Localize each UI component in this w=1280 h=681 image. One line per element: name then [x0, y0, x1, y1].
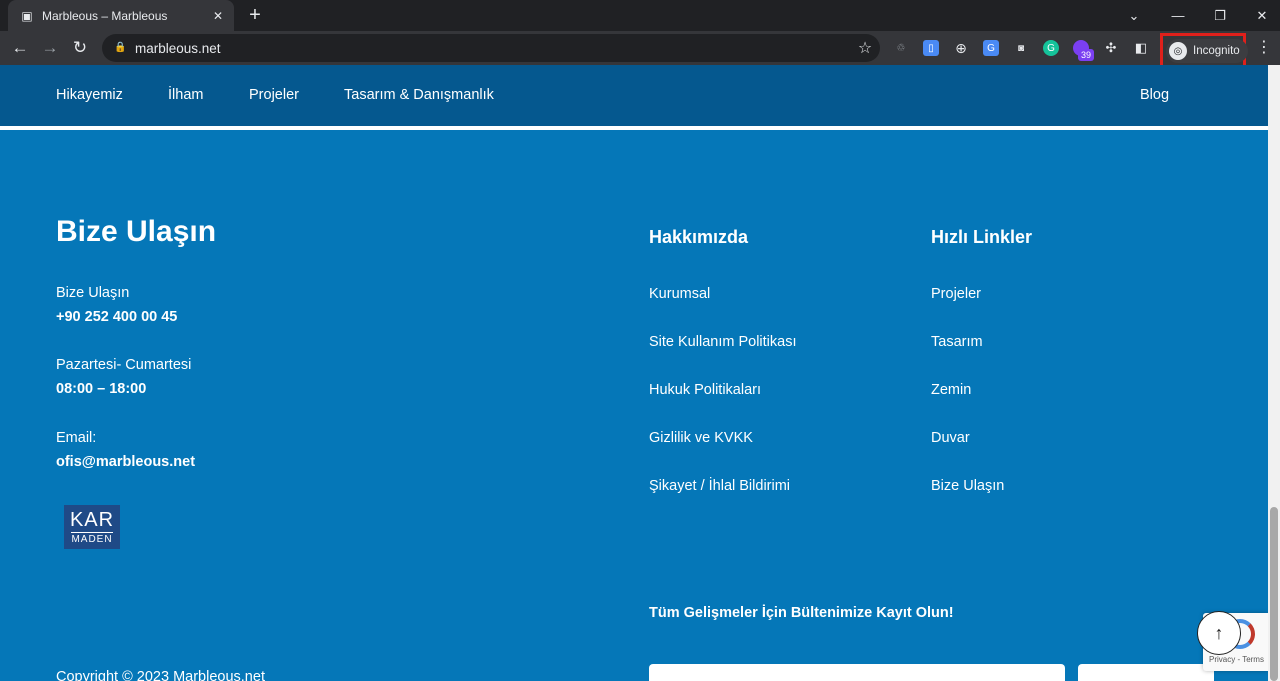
incognito-highlight[interactable]: ◎ Incognito	[1160, 33, 1248, 69]
about-link-site-policy[interactable]: Site Kullanım Politikası	[649, 334, 796, 350]
url-text[interactable]: marbleous.net	[135, 41, 850, 56]
arrow-up-icon: ↑	[1214, 622, 1224, 643]
tab-search-chevron-icon[interactable]: ⌄	[1112, 0, 1156, 31]
close-window-button[interactable]: ✕	[1240, 0, 1280, 31]
hours-value: 08:00 – 18:00	[56, 381, 147, 397]
about-link-kurumsal[interactable]: Kurumsal	[649, 286, 710, 302]
kar-maden-logo[interactable]: KAR MADEN	[64, 505, 120, 549]
new-tab-button[interactable]: +	[244, 4, 266, 26]
quick-link-tasarim[interactable]: Tasarım	[931, 334, 983, 350]
address-bar[interactable]: 🔒 marbleous.net ☆	[102, 34, 880, 62]
site-nav: Hikayemiz İlham Projeler Tasarım & Danış…	[0, 65, 1268, 126]
puzzle-extensions-icon[interactable]: ✣	[1103, 40, 1119, 56]
nav-ilham[interactable]: İlham	[168, 87, 203, 103]
contact-title: Bize Ulaşın	[56, 215, 217, 248]
page-viewport: Hikayemiz İlham Projeler Tasarım & Danış…	[0, 65, 1280, 681]
side-panel-icon[interactable]: ◧	[1133, 40, 1149, 56]
translate-extension-icon[interactable]: G	[983, 40, 999, 56]
incognito-label: Incognito	[1193, 45, 1240, 57]
hours-label: Pazartesi- Cumartesi	[56, 357, 192, 373]
restore-button[interactable]: ❐	[1198, 0, 1242, 31]
page-scrollbar[interactable]	[1268, 65, 1280, 681]
back-arrow-icon[interactable]: ←	[8, 36, 32, 60]
scroll-to-top-button[interactable]: ↑	[1197, 611, 1241, 655]
nav-hikayemiz[interactable]: Hikayemiz	[56, 87, 123, 103]
quick-links-title: Hızlı Linkler	[931, 227, 1033, 247]
quick-link-contact[interactable]: Bize Ulaşın	[931, 478, 1004, 494]
reload-icon[interactable]: ↻	[68, 36, 92, 60]
about-link-complaint[interactable]: Şikayet / İhlal Bildirimi	[649, 478, 790, 494]
about-link-privacy[interactable]: Gizlilik ve KVKK	[649, 430, 753, 446]
quick-link-projeler[interactable]: Projeler	[931, 286, 981, 302]
camera-extension-icon[interactable]: ◙	[1013, 40, 1029, 56]
nav-blog[interactable]: Blog	[1140, 87, 1169, 103]
phone-value[interactable]: +90 252 400 00 45	[56, 309, 177, 325]
docs-extension-icon[interactable]: ▯	[923, 40, 939, 56]
incognito-chip[interactable]: ◎ Incognito	[1166, 39, 1248, 63]
browser-menu-icon[interactable]: ⋮	[1256, 36, 1272, 60]
browser-tab[interactable]: ▣ Marbleous – Marbleous ✕	[8, 0, 234, 31]
site-favicon-icon: ▣	[21, 8, 33, 23]
globe-extension-icon[interactable]: ⊕	[953, 40, 969, 56]
about-link-legal[interactable]: Hukuk Politikaları	[649, 382, 761, 398]
tab-close-icon[interactable]: ✕	[210, 9, 226, 23]
lock-icon: 🔒	[114, 42, 127, 53]
email-label: Email:	[56, 430, 97, 446]
newsletter-title: Tüm Gelişmeler İçin Bültenimize Kayıt Ol…	[649, 605, 954, 621]
nav-projeler[interactable]: Projeler	[249, 87, 299, 103]
bookmark-star-icon[interactable]: ☆	[850, 38, 880, 58]
recycle-extension-icon[interactable]: ♲	[893, 40, 909, 56]
newsletter-submit-button[interactable]	[1078, 664, 1214, 681]
logo-text-bottom: MADEN	[71, 531, 113, 545]
copyright-text: Copyright © 2023 Marbleous.net	[56, 669, 265, 681]
forward-arrow-icon[interactable]: →	[38, 36, 62, 60]
quick-link-zemin[interactable]: Zemin	[931, 382, 971, 398]
tab-title: Marbleous – Marbleous	[42, 8, 168, 23]
phone-label: Bize Ulaşın	[56, 285, 130, 301]
newsletter-email-input[interactable]	[649, 664, 1065, 681]
recaptcha-privacy-terms[interactable]: Privacy - Terms	[1209, 655, 1264, 664]
grammarly-extension-icon[interactable]: G	[1043, 40, 1059, 56]
nav-divider	[0, 126, 1268, 130]
logo-text-top: KAR	[69, 508, 115, 531]
browser-tabbar: ▣ Marbleous – Marbleous ✕ + ⌄ — ❐ ✕	[0, 0, 1280, 31]
incognito-icon: ◎	[1169, 42, 1187, 60]
about-title: Hakkımızda	[649, 227, 749, 247]
quick-link-duvar[interactable]: Duvar	[931, 430, 970, 446]
extension-badge: 39	[1078, 49, 1095, 61]
scrollbar-thumb[interactable]	[1270, 507, 1278, 681]
email-value[interactable]: ofis@marbleous.net	[56, 454, 195, 470]
nav-tasarim-danismanlik[interactable]: Tasarım & Danışmanlık	[344, 87, 494, 103]
minimize-button[interactable]: —	[1156, 0, 1200, 31]
